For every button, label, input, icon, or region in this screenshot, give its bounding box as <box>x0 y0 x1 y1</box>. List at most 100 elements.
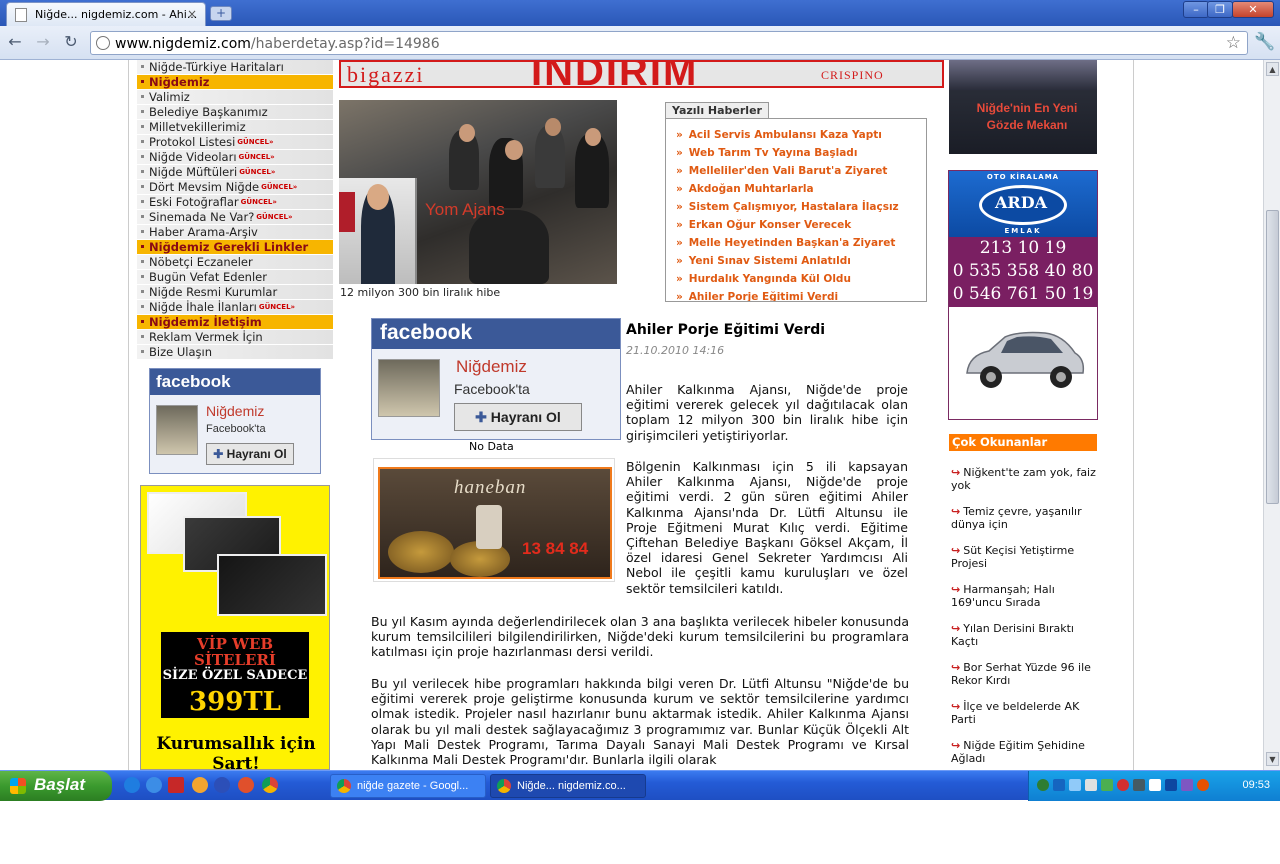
back-arrow-icon[interactable]: ← <box>4 32 26 54</box>
globe-icon <box>96 36 110 50</box>
arda-logo: ARDA <box>995 193 1047 212</box>
most-read-item[interactable]: ↪ Niğkent'te zam yok, faiz yok <box>951 466 1097 492</box>
menu-item-label: Niğde Videoları <box>149 150 237 164</box>
taskbar-window-google[interactable]: niğde gazete - Googl... <box>330 774 486 798</box>
menu-item[interactable]: Milletvekillerimiz <box>137 120 333 135</box>
menu-section-header[interactable]: Niğdemiz <box>137 75 333 90</box>
headline-link[interactable]: » Acil Servis Ambulansı Kaza Yaptı <box>676 129 882 141</box>
maximize-button[interactable]: ❐ <box>1207 1 1233 18</box>
menu-item[interactable]: Sinemada Ne Var? GÜNCEL» <box>137 210 333 225</box>
close-icon[interactable]: × <box>187 7 197 21</box>
shield-icon[interactable] <box>1069 779 1081 791</box>
monitor-icon[interactable] <box>1053 779 1065 791</box>
headline-link[interactable]: » Ahiler Porje Eğitimi Verdi <box>676 291 838 301</box>
scroll-thumb[interactable] <box>1266 210 1279 504</box>
reload-icon[interactable]: ↻ <box>60 32 82 54</box>
headline-link[interactable]: » Yeni Sınav Sistemi Anlatıldı <box>676 255 851 267</box>
menu-item[interactable]: Bize Ulaşın <box>137 345 333 360</box>
firefox-icon[interactable] <box>238 777 254 793</box>
menu-item[interactable]: Niğde Videoları GÜNCEL» <box>137 150 333 165</box>
security-icon[interactable] <box>1117 779 1129 791</box>
wrench-icon[interactable]: 🔧 <box>1254 32 1275 52</box>
headline-link[interactable]: » Melleliler'den Vali Barut'a Ziyaret <box>676 165 887 177</box>
menu-item-label: Bize Ulaşın <box>149 345 212 359</box>
wifi-icon[interactable] <box>1085 779 1097 791</box>
bookmark-star-icon[interactable]: ☆ <box>1226 33 1241 53</box>
minimize-button[interactable]: – <box>1183 1 1209 18</box>
ie-icon[interactable] <box>146 777 162 793</box>
menu-item[interactable]: Niğde-Türkiye Haritaları <box>137 60 333 75</box>
headline-link[interactable]: » Web Tarım Tv Yayına Başladı <box>676 147 857 159</box>
arrow-icon: ↪ <box>951 466 961 479</box>
most-read-item[interactable]: ↪ İlçe ve beldelerde AK Parti <box>951 700 1097 726</box>
arda-emlak-ad[interactable]: OTO KİRALAMA ARDA EMLAK 213 10 19 0 535 … <box>948 170 1098 420</box>
most-read-item[interactable]: ↪ Süt Keçisi Yetiştirme Projesi <box>951 544 1097 570</box>
menu-section-header[interactable]: Niğdemiz Gerekli Linkler <box>137 240 333 255</box>
vip-web-ad[interactable]: VİP WEB SİTELERİ SİZE ÖZEL SADECE 399TL … <box>140 485 330 770</box>
tab-active[interactable]: Niğde... nigdemiz.com - Ahi... × <box>6 2 206 26</box>
headline-link[interactable]: » Hurdalık Yangında Kül Oldu <box>676 273 851 285</box>
fb-page-name[interactable]: Niğdemiz <box>206 403 264 419</box>
yazili-haberler-list: » Acil Servis Ambulansı Kaza Yaptı » Web Ta… <box>665 118 927 302</box>
menu-item[interactable]: Reklam Vermek İçin <box>137 330 333 345</box>
media-player-icon[interactable] <box>214 777 230 793</box>
menu-item-label: Nöbetçi Eczaneler <box>149 255 253 269</box>
most-read-item[interactable]: ↪ Temiz çevre, yaşanılır dünya için <box>951 505 1097 531</box>
menu-item[interactable]: Nöbetçi Eczaneler <box>137 255 333 270</box>
scroll-down-icon[interactable]: ▼ <box>1266 752 1279 766</box>
menu-item[interactable]: Bugün Vefat Edenler <box>137 270 333 285</box>
usb-icon[interactable] <box>1149 779 1161 791</box>
messenger-icon[interactable] <box>192 777 208 793</box>
menu-item[interactable]: Haber Arama-Arşiv <box>137 225 333 240</box>
forward-arrow-icon[interactable]: → <box>32 32 54 54</box>
menu-item[interactable]: Eski Fotoğraflar GÜNCEL» <box>137 195 333 210</box>
new-tab-button[interactable]: + <box>210 6 232 21</box>
ie-icon[interactable] <box>124 777 140 793</box>
fb-page-name[interactable]: Niğdemiz <box>456 357 527 377</box>
app-icon[interactable] <box>1181 779 1193 791</box>
menu-item[interactable]: Niğde Resmi Kurumlar <box>137 285 333 300</box>
indirim-banner[interactable]: bigazzi İNDİRİM CRISPINO <box>339 60 944 88</box>
menu-item[interactable]: Protokol Listesi GÜNCEL» <box>137 135 333 150</box>
vip-footer: Kurumsallık için Şart! <box>156 734 316 770</box>
taskbar-window-nigdemiz[interactable]: Niğde... nigdemiz.co... <box>490 774 646 798</box>
most-read-item[interactable]: ↪ Harmanşah; Halı 169'uncu Sırada <box>951 583 1097 609</box>
menu-item-label: Eski Fotoğraflar <box>149 195 239 209</box>
gozde-mekan-ad[interactable]: Niğde'nin En Yeni Gözde Mekanı <box>949 60 1097 154</box>
wireless-icon[interactable] <box>1101 779 1113 791</box>
mail-icon[interactable] <box>168 777 184 793</box>
address-bar[interactable]: www.nigdemiz.com/haberdetay.asp?id=14986… <box>90 31 1248 55</box>
scroll-up-icon[interactable]: ▲ <box>1266 62 1279 76</box>
fb-sub-label: Facebook'ta <box>454 381 530 397</box>
speaker-icon[interactable] <box>1133 779 1145 791</box>
menu-item-label: Milletvekillerimiz <box>149 120 246 134</box>
menu-item[interactable]: Belediye Başkanımız <box>137 105 333 120</box>
headline-link[interactable]: » Erkan Oğur Konser Verecek <box>676 219 851 231</box>
like-button[interactable]: ✚ Hayranı Ol <box>206 443 294 465</box>
vertical-scrollbar[interactable]: ▲ ▼ <box>1263 60 1280 770</box>
most-read-item[interactable]: ↪ Niğde Eğitim Şehidine Ağladı <box>951 739 1097 765</box>
start-button[interactable]: Başlat <box>0 771 112 801</box>
menu-item[interactable]: Niğde Müftüleri GÜNCEL» <box>137 165 333 180</box>
article-date: 21.10.2010 14:16 <box>626 344 725 357</box>
window-close-button[interactable]: ✕ <box>1232 1 1274 18</box>
update-icon[interactable] <box>1197 779 1209 791</box>
network-icon[interactable] <box>1037 779 1049 791</box>
like-button[interactable]: ✚ Hayranı Ol <box>454 403 582 431</box>
arrow-icon: ↪ <box>951 544 961 557</box>
menu-item[interactable]: Niğde İhale İlanları GÜNCEL» <box>137 300 333 315</box>
guncel-badge: GÜNCEL» <box>256 213 293 221</box>
chrome-icon[interactable] <box>262 777 278 793</box>
menu-item[interactable]: Dört Mevsim Niğde GÜNCEL» <box>137 180 333 195</box>
headline-link[interactable]: » Akdoğan Muhtarlarla <box>676 183 814 195</box>
bluetooth-icon[interactable] <box>1165 779 1177 791</box>
most-read-item[interactable]: ↪ Yılan Derisini Bıraktı Kaçtı <box>951 622 1097 648</box>
news-photo[interactable]: Yom Ajans <box>339 100 617 284</box>
headline-link[interactable]: » Melle Heyetinden Başkan'a Ziyaret <box>676 237 895 249</box>
headline-link[interactable]: » Sistem Çalışmıyor, Hastalara İlaçsız <box>676 201 899 213</box>
haneban-ad[interactable]: haneban 13 84 84 <box>373 458 615 582</box>
most-read-item[interactable]: ↪ Bor Serhat Yüzde 96 ile Rekor Kırdı <box>951 661 1097 687</box>
menu-item[interactable]: Valimiz <box>137 90 333 105</box>
photo-caption[interactable]: 12 milyon 300 bin liralık hibe <box>340 286 500 299</box>
menu-section-header[interactable]: Niğdemiz İletişim <box>137 315 333 330</box>
